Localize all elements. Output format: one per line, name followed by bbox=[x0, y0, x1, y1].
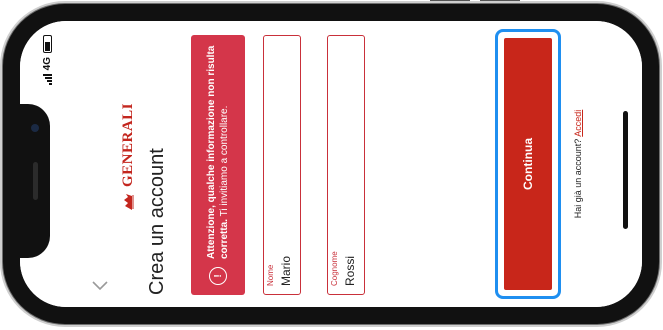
app-screen: 4G GENERALI Crea un account ! Attenzione… bbox=[20, 21, 642, 307]
volume-down-button bbox=[480, 0, 520, 3]
battery-icon bbox=[43, 35, 52, 53]
last-name-value[interactable]: Rossi bbox=[343, 256, 357, 286]
page-title: Crea un account bbox=[146, 148, 168, 295]
continue-button-focus-ring: Continua bbox=[495, 29, 561, 299]
last-name-field[interactable]: Cognome Rossi bbox=[327, 35, 365, 295]
login-prompt-text: Hai già un account? bbox=[573, 138, 583, 219]
generali-logo: GENERALI bbox=[116, 91, 140, 211]
stage: 4G GENERALI Crea un account ! Attenzione… bbox=[0, 0, 663, 330]
phone-frame: 4G GENERALI Crea un account ! Attenzione… bbox=[3, 4, 659, 324]
camera-icon bbox=[31, 124, 39, 132]
last-name-label: Cognome bbox=[330, 251, 339, 286]
exclamation-circle-icon: ! bbox=[209, 267, 227, 285]
phone-screen: 4G GENERALI Crea un account ! Attenzione… bbox=[20, 21, 642, 307]
speaker-grille bbox=[33, 162, 38, 200]
first-name-label: Nome bbox=[266, 264, 275, 286]
signal-icon bbox=[43, 74, 52, 86]
brand-name: GENERALI bbox=[119, 102, 136, 187]
login-prompt: Hai già un account? Accedi bbox=[573, 21, 583, 307]
volume-up-button bbox=[430, 0, 470, 3]
network-label: 4G bbox=[42, 57, 53, 71]
first-name-value[interactable]: Mario bbox=[279, 256, 293, 286]
chevron-left-icon bbox=[92, 281, 108, 291]
back-button[interactable] bbox=[90, 275, 110, 295]
alert-message: Attenzione, qualche informazione non ris… bbox=[205, 45, 231, 259]
phone-notch bbox=[20, 104, 50, 258]
first-name-field[interactable]: Nome Mario bbox=[263, 35, 301, 295]
home-indicator[interactable] bbox=[623, 111, 628, 229]
status-indicators: 4G bbox=[42, 35, 53, 86]
error-alert: ! Attenzione, qualche informazione non r… bbox=[191, 35, 245, 295]
login-link[interactable]: Accedi bbox=[573, 110, 583, 137]
alert-body-text: Ti invitiamo a controllare. bbox=[219, 105, 230, 219]
lion-logo-icon bbox=[124, 194, 134, 210]
continue-button[interactable]: Continua bbox=[504, 38, 552, 290]
